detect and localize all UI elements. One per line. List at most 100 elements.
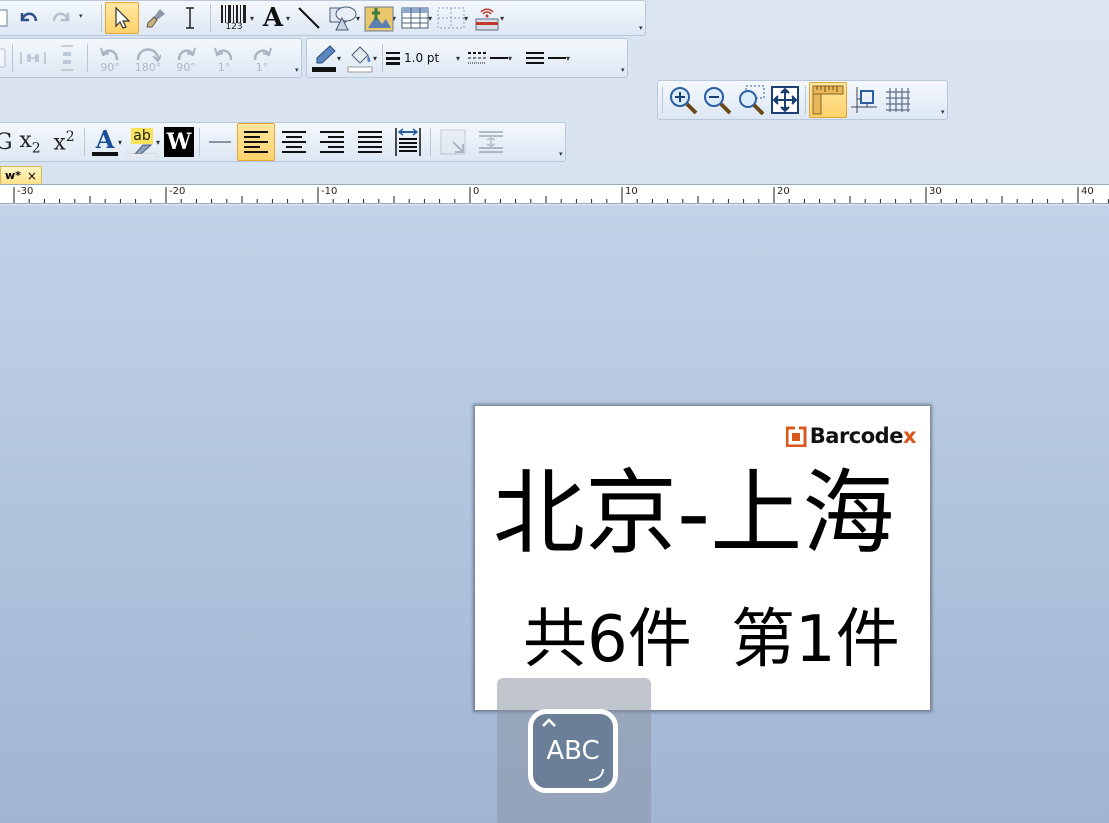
rfid-button[interactable] xyxy=(470,2,504,34)
page-icon-button[interactable] xyxy=(0,42,9,74)
distribute-horizontal-icon xyxy=(20,52,46,64)
barcode-button[interactable]: 123 xyxy=(214,2,254,34)
grid-icon xyxy=(886,88,910,112)
separator xyxy=(210,4,211,32)
snap-guides-button[interactable] xyxy=(847,84,881,116)
wordart-button[interactable]: W xyxy=(162,126,196,158)
line-color-button[interactable] xyxy=(307,42,341,74)
format-painter-button[interactable] xyxy=(139,2,173,34)
ruler-label: 20 xyxy=(777,186,790,197)
rfid-icon xyxy=(475,8,499,31)
align-left-icon xyxy=(244,131,269,153)
route-title[interactable]: 北京-上海 xyxy=(493,468,894,560)
text-cursor-button[interactable] xyxy=(173,2,207,34)
line-width-select[interactable]: 1.0 pt ▾ xyxy=(386,42,462,74)
total-pieces-text[interactable]: 共6件 xyxy=(523,608,692,672)
zoom-toolbar: ▾ xyxy=(657,80,948,120)
grid-toggle-button[interactable] xyxy=(881,84,915,116)
distribute-vertical-button[interactable] xyxy=(50,42,84,74)
fit-text-icon xyxy=(395,128,421,156)
toolbar-grip[interactable]: ▾ xyxy=(621,66,629,76)
ruler-label: 10 xyxy=(625,186,638,197)
text-button[interactable]: A xyxy=(256,2,290,34)
toolbar-grip[interactable]: ▾ xyxy=(639,24,647,34)
input-method-panel: ABC xyxy=(497,678,651,823)
highlight-button[interactable]: ab xyxy=(124,126,160,158)
fill-color-button[interactable] xyxy=(343,42,377,74)
text-size-button[interactable] xyxy=(434,126,472,158)
ruler-label: 30 xyxy=(929,186,942,197)
table-button[interactable] xyxy=(398,2,432,34)
dash-style-dropdown: ▾ xyxy=(508,53,513,63)
image-icon xyxy=(364,6,394,32)
horizontal-ruler[interactable]: -30 -20 -10 0 10 20 30 40 xyxy=(0,184,1109,204)
undo-button[interactable] xyxy=(11,2,45,34)
ruler-label: 0 xyxy=(473,186,480,197)
text-spacing-button[interactable] xyxy=(472,126,510,158)
line-type-select[interactable]: ▾ xyxy=(520,42,578,74)
close-icon[interactable]: × xyxy=(27,169,37,183)
align-left-button[interactable] xyxy=(237,123,276,161)
bold-button[interactable]: G xyxy=(0,126,13,158)
text-format-toolbar: G x2 x2 A ▾ ab ▾ W ▾ xyxy=(0,122,566,162)
rotate-right-1-button[interactable]: 1° xyxy=(243,42,281,74)
zoom-region-icon xyxy=(739,85,765,115)
separator xyxy=(662,87,663,113)
grid-table-button[interactable] xyxy=(434,2,468,34)
font-color-icon: A xyxy=(95,125,115,154)
line-width-dropdown: ▾ xyxy=(456,53,461,63)
zoom-out-button[interactable] xyxy=(700,84,734,116)
fit-text-button[interactable] xyxy=(389,126,427,158)
select-tool-button[interactable] xyxy=(105,2,139,34)
superscript-button[interactable]: x2 xyxy=(47,126,81,158)
align-center-button[interactable] xyxy=(275,126,313,158)
font-color-button[interactable]: A xyxy=(88,126,122,158)
image-button[interactable] xyxy=(362,2,396,34)
text-a-icon: A xyxy=(262,3,284,33)
document-tab[interactable]: w* × xyxy=(0,166,42,184)
separator xyxy=(87,44,88,72)
rotate-left-small-icon xyxy=(214,47,233,61)
dash-style-select[interactable]: ▾ xyxy=(462,42,520,74)
ruler-label: 40 xyxy=(1081,186,1094,197)
shape-button[interactable] xyxy=(326,2,360,34)
toolbar-grip[interactable]: ▾ xyxy=(79,12,87,22)
ruler-label: -20 xyxy=(169,186,186,197)
shapes-icon xyxy=(329,6,357,31)
line-button[interactable] xyxy=(292,2,326,34)
dotted-grid-icon xyxy=(437,7,465,29)
zoom-region-button[interactable] xyxy=(734,84,768,116)
toolbar-grip[interactable]: ▾ xyxy=(941,108,949,118)
toolbar-grip[interactable]: ▾ xyxy=(559,150,567,160)
fit-page-button[interactable] xyxy=(768,84,802,116)
rotate-left-1-button[interactable]: 1° xyxy=(205,42,243,74)
rotate-left-90-button[interactable]: 90° xyxy=(91,42,129,74)
toolbar-grip[interactable]: ▾ xyxy=(295,66,303,76)
subscript-icon: x2 xyxy=(19,127,41,157)
zoom-in-button[interactable] xyxy=(666,84,700,116)
ruler-toggle-button[interactable] xyxy=(809,82,847,118)
barcodex-logo: Barcodex xyxy=(785,424,917,448)
align-right-button[interactable] xyxy=(313,126,351,158)
current-piece-text[interactable]: 第1件 xyxy=(731,608,900,672)
separator xyxy=(430,128,432,156)
ruler-label: -30 xyxy=(17,186,34,197)
horizontal-rule-button[interactable] xyxy=(203,126,237,158)
keyboard-abc-button[interactable]: ABC xyxy=(528,709,618,793)
distribute-horizontal-button[interactable] xyxy=(16,42,50,74)
page-setup-icon[interactable] xyxy=(0,2,11,34)
align-justify-button[interactable] xyxy=(351,126,389,158)
redo-icon xyxy=(52,12,70,22)
redo-button[interactable] xyxy=(45,2,79,34)
caret-up-icon xyxy=(542,718,556,727)
subscript-button[interactable]: x2 xyxy=(13,126,47,158)
shrink-text-icon xyxy=(440,129,466,155)
label-canvas[interactable]: Barcodex 北京-上海 共6件 第1件 xyxy=(475,406,930,710)
align-center-icon xyxy=(282,131,307,153)
rotate-180-button[interactable]: 180° xyxy=(129,42,167,74)
rotate-180-icon xyxy=(136,48,161,62)
barcode-caption: 123 xyxy=(225,21,243,32)
rotate-right-icon xyxy=(177,47,196,61)
line-type-dropdown: ▾ xyxy=(566,53,571,63)
rotate-right-90-button[interactable]: 90° xyxy=(167,42,205,74)
